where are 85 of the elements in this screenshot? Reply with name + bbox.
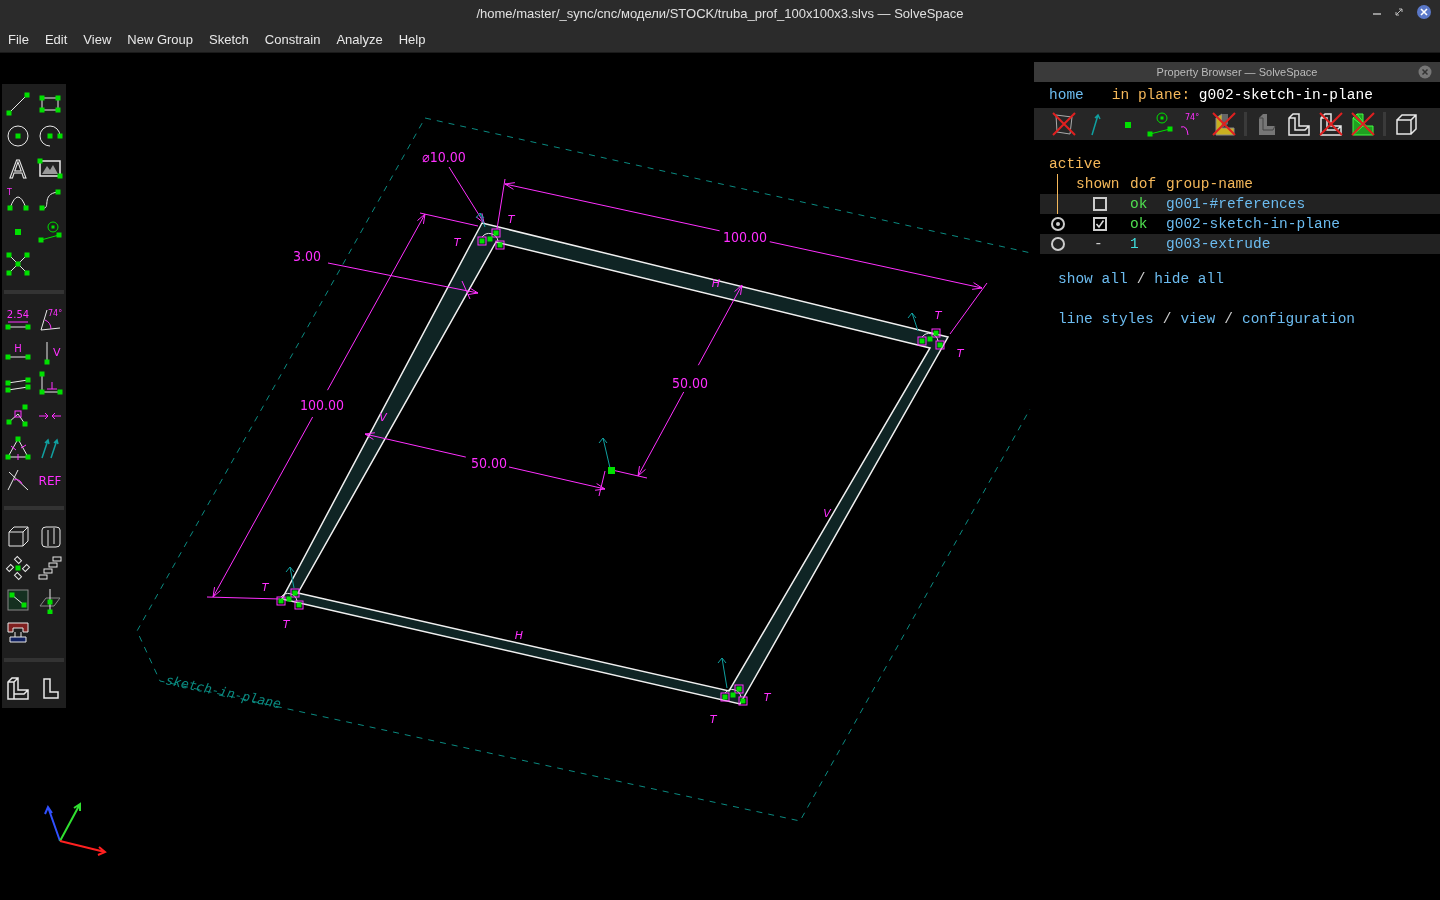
split-tool-icon[interactable] [4, 250, 32, 278]
constraint-marker[interactable]: T [709, 713, 717, 726]
column-header: shown [1076, 175, 1121, 194]
shown-value: - [1094, 236, 1103, 252]
shown-checkbox[interactable] [1093, 197, 1107, 211]
group-name-link[interactable]: g001-#references [1166, 194, 1440, 214]
home-link[interactable]: home [1049, 87, 1084, 103]
constraint-marker[interactable]: T [453, 236, 461, 249]
corner-constraints-drawing [477, 228, 505, 250]
dimension-label[interactable]: 50.00 [471, 455, 507, 471]
dimension-label[interactable]: 100.00 [299, 397, 345, 413]
active-radio[interactable] [1051, 237, 1065, 251]
normal-arrow [907, 312, 919, 332]
separator-text: / [1136, 270, 1146, 289]
workplanes-toggle-icon[interactable] [1050, 110, 1078, 138]
text-tool-icon[interactable]: A [4, 154, 32, 182]
constraint-marker[interactable]: T [282, 618, 290, 631]
show-hide-link[interactable]: hide all [1154, 264, 1224, 294]
edges-toggle-icon[interactable] [1285, 110, 1313, 138]
mesh-toggle-icon[interactable] [1349, 110, 1377, 138]
footer-link[interactable]: configuration [1241, 304, 1356, 334]
dof-value: ok [1130, 195, 1149, 214]
menu-item[interactable]: Help [392, 31, 432, 47]
group-name-link[interactable]: g002-sketch-in-plane [1166, 214, 1440, 234]
normal-arrow [598, 437, 611, 469]
equal-tool-icon[interactable] [4, 434, 32, 462]
dimension-label[interactable]: ⌀10.00 [422, 149, 466, 165]
step-rotate-tool-icon[interactable] [4, 554, 32, 582]
corner-constraints-drawing [276, 588, 304, 610]
sketch-workplane-tool-icon[interactable] [4, 586, 32, 614]
separator-text: / [1224, 310, 1233, 329]
solid-l-tool-icon[interactable] [4, 674, 32, 702]
show-hide-link[interactable]: show all [1058, 264, 1128, 294]
menu-item[interactable]: Edit [38, 31, 74, 47]
shown-checkbox[interactable] [1093, 217, 1107, 231]
circle-tool-icon[interactable] [4, 122, 32, 150]
constraint-marker[interactable]: H [514, 629, 524, 642]
constraints-toggle-icon[interactable] [1146, 110, 1174, 138]
arc-tool-icon[interactable] [36, 122, 64, 150]
group-name-link[interactable]: g003-extrude [1166, 234, 1440, 254]
dimension-label[interactable]: 3.00 [293, 248, 321, 264]
constraint-marker[interactable]: V [823, 507, 831, 520]
active-radio[interactable] [1051, 217, 1065, 231]
active-heading: active [1049, 156, 1102, 172]
separator-text: / [1162, 310, 1172, 329]
panel-title: Property Browser — SolveSpace [1156, 66, 1318, 78]
menu-item[interactable]: Sketch [203, 31, 255, 47]
hidden-lines-toggle-icon[interactable] [1317, 110, 1345, 138]
corner-constraints-drawing [720, 684, 748, 706]
constraint-marker[interactable]: H [711, 277, 721, 290]
footer-link[interactable]: line styles [1058, 304, 1154, 334]
constraint-marker[interactable]: T [261, 581, 269, 594]
corner-constraints-drawing [917, 328, 945, 350]
normal-arrow [475, 212, 486, 228]
menu-item[interactable]: New Group [121, 31, 200, 47]
menu-item[interactable]: File [2, 31, 35, 47]
normal-arrow [285, 566, 295, 589]
column-header: group-name [1166, 175, 1254, 194]
normal-arrow [717, 657, 728, 689]
constraint-marker[interactable]: T [934, 309, 942, 322]
menu-item[interactable]: View [77, 31, 118, 47]
window-title: /home/master/_sync/cnc/модели/STOCK/truba_prof_100x100x3.slvs — SolveSpace [476, 5, 964, 21]
dof-value: 1 [1130, 235, 1140, 254]
column-header: dof [1130, 175, 1158, 194]
dimension-label[interactable]: 50.00 [672, 375, 708, 391]
constraint-marker[interactable]: V [379, 411, 387, 424]
reference-tool-icon[interactable]: REF [36, 466, 64, 494]
menu-item[interactable]: Analyze [330, 31, 389, 47]
close-icon[interactable] [1416, 4, 1432, 20]
faces-toggle-icon[interactable] [1210, 110, 1238, 138]
dof-value: ok [1130, 215, 1149, 234]
line-tool-icon[interactable] [4, 90, 32, 118]
axis-plane-tool-icon[interactable] [36, 586, 64, 614]
menu-item[interactable]: Constrain [258, 31, 327, 47]
constraint-marker[interactable]: T [507, 213, 515, 226]
plane-value: g002-sketch-in-plane [1198, 87, 1373, 103]
step-translate-tool-icon[interactable] [36, 554, 64, 582]
axis-indicator-drawing [44, 802, 107, 856]
plane-label: in plane: [1111, 87, 1191, 103]
footer-link[interactable]: view [1180, 304, 1216, 334]
constraint-marker[interactable]: T [956, 347, 964, 360]
workplane-tool-icon[interactable] [36, 218, 64, 246]
constraint-marker[interactable]: T [763, 691, 771, 704]
dimension-label[interactable]: 100.00 [722, 229, 768, 245]
maximize-icon[interactable] [1394, 7, 1404, 17]
